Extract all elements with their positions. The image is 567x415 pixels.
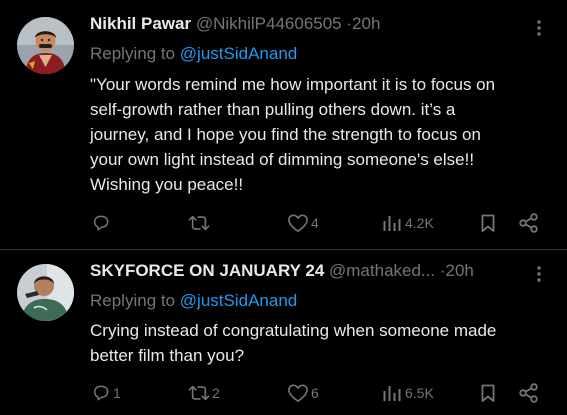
replying-to: Replying to @justSidAnand [90,44,297,64]
tweet-text-line: Crying instead of congratulating when so… [90,321,497,340]
tweet-header: SKYFORCE ON JANUARY 24 @mathaked... ·20h [90,261,474,281]
like-button[interactable]: 6 [287,381,319,405]
repost-button[interactable]: 2 [188,381,220,405]
like-button[interactable]: 4 [287,211,319,235]
author-name[interactable]: Nikhil Pawar [90,14,191,33]
repost-button[interactable] [188,211,212,235]
bookmark-button[interactable] [478,381,498,405]
tweet-text-line: better film than you? [90,346,245,365]
timestamp[interactable]: 20h [352,14,380,33]
tweet-text-line: Wishing you peace!! [90,175,244,194]
replying-to-label: Replying to [90,44,176,63]
tweet-text: Crying instead of congratulating when so… [90,318,550,368]
like-count: 6 [311,385,319,401]
views-icon [383,216,401,231]
replying-to-label: Replying to [90,291,176,310]
repost-count: 2 [212,385,220,401]
like-count: 4 [311,215,319,231]
share-button[interactable] [518,211,540,235]
avatar[interactable] [17,264,74,321]
more-options-button[interactable] [529,264,549,284]
author-handle[interactable]: @mathaked... [329,261,435,280]
replying-to-mention[interactable]: @justSidAnand [180,291,297,310]
action-bar: 4 4.2K [90,211,550,235]
bookmark-icon [481,384,495,402]
reply-button[interactable] [91,211,113,235]
view-count: 4.2K [405,215,434,231]
reply-icon [94,215,109,231]
reply-icon [94,385,109,401]
replying-to: Replying to @justSidAnand [90,291,297,311]
more-options-icon [537,20,541,36]
bookmark-button[interactable] [478,211,498,235]
tweet-text-line: your own light instead of dimming someon… [90,150,475,169]
views-button[interactable]: 4.2K [381,211,434,235]
tweet-text-line: self-growth rather than pulling others d… [90,100,456,119]
tweet-text-line: "Your words remind me how important it i… [90,75,496,94]
views-icon [383,386,401,401]
view-count: 6.5K [405,385,434,401]
share-icon [519,383,538,403]
tweet-reply[interactable]: Nikhil Pawar @NikhilP44606505 ·20h Reply… [0,0,567,249]
author-handle[interactable]: @NikhilP44606505 [196,14,342,33]
replying-to-mention[interactable]: @justSidAnand [180,44,297,63]
heart-icon [288,214,308,232]
more-options-icon [537,266,541,282]
author-name[interactable]: SKYFORCE ON JANUARY 24 [90,261,324,280]
avatar-image [17,17,74,74]
reply-count: 1 [113,385,121,401]
tweet-reply[interactable]: SKYFORCE ON JANUARY 24 @mathaked... ·20h… [0,250,567,415]
repost-icon [188,215,210,231]
timestamp[interactable]: 20h [446,261,474,280]
reply-button[interactable]: 1 [91,381,121,405]
tweet-header: Nikhil Pawar @NikhilP44606505 ·20h [90,14,380,34]
share-icon [519,213,538,233]
tweet-text-line: journey, and I hope you find the strengt… [90,125,481,144]
avatar[interactable] [17,17,74,74]
bookmark-icon [481,214,495,232]
action-bar: 1 2 6 6.5K [90,381,550,405]
heart-icon [288,384,308,402]
more-options-button[interactable] [529,18,549,38]
views-button[interactable]: 6.5K [381,381,434,405]
repost-icon [188,385,210,401]
tweet-text: "Your words remind me how important it i… [90,72,550,197]
avatar-image [17,264,74,321]
share-button[interactable] [518,381,540,405]
